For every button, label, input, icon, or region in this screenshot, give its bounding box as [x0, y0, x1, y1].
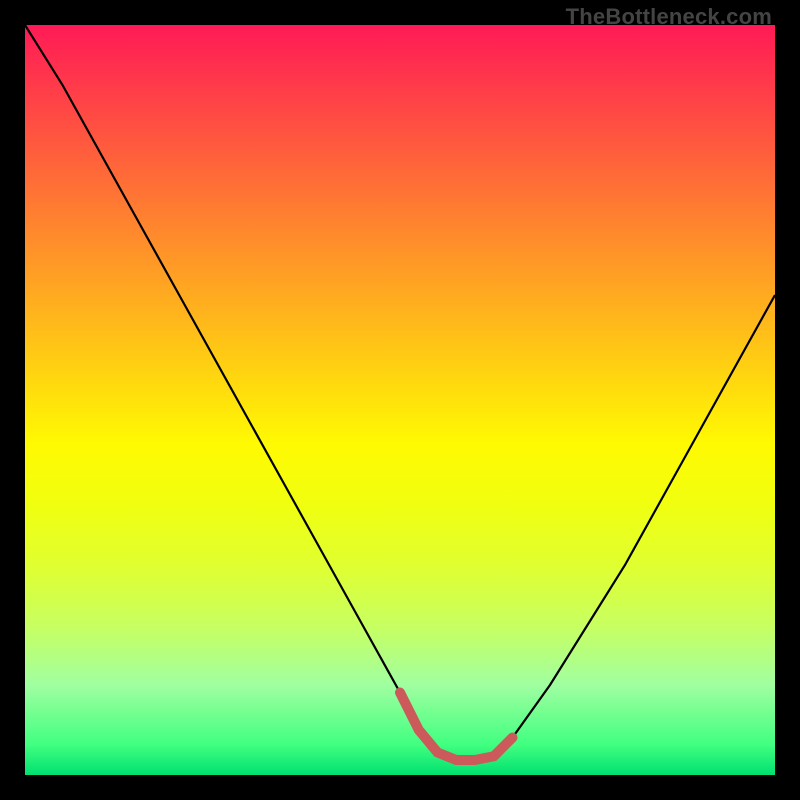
chart-stage: TheBottleneck.com [0, 0, 800, 800]
bottleneck-curve [25, 25, 775, 760]
plot-area [25, 25, 775, 775]
curve-svg [25, 25, 775, 775]
optimal-range-marker [400, 693, 513, 761]
watermark-text: TheBottleneck.com [566, 4, 772, 30]
